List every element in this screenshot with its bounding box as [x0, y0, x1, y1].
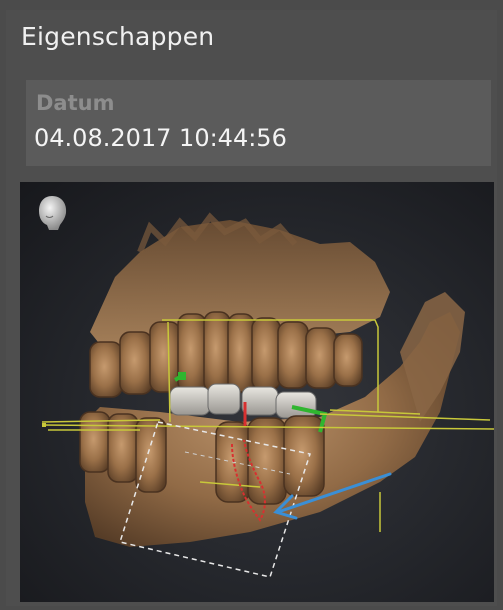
dental-volume-render[interactable] [20, 182, 494, 602]
date-label: Datum [36, 91, 115, 115]
3d-volume-viewer[interactable] [20, 182, 494, 602]
date-property: Datum 04.08.2017 10:44:56 [26, 80, 491, 166]
panel-title: Eigenschappen [21, 22, 215, 51]
head-orientation-icon[interactable] [36, 194, 70, 232]
date-value: 04.08.2017 10:44:56 [34, 124, 287, 152]
